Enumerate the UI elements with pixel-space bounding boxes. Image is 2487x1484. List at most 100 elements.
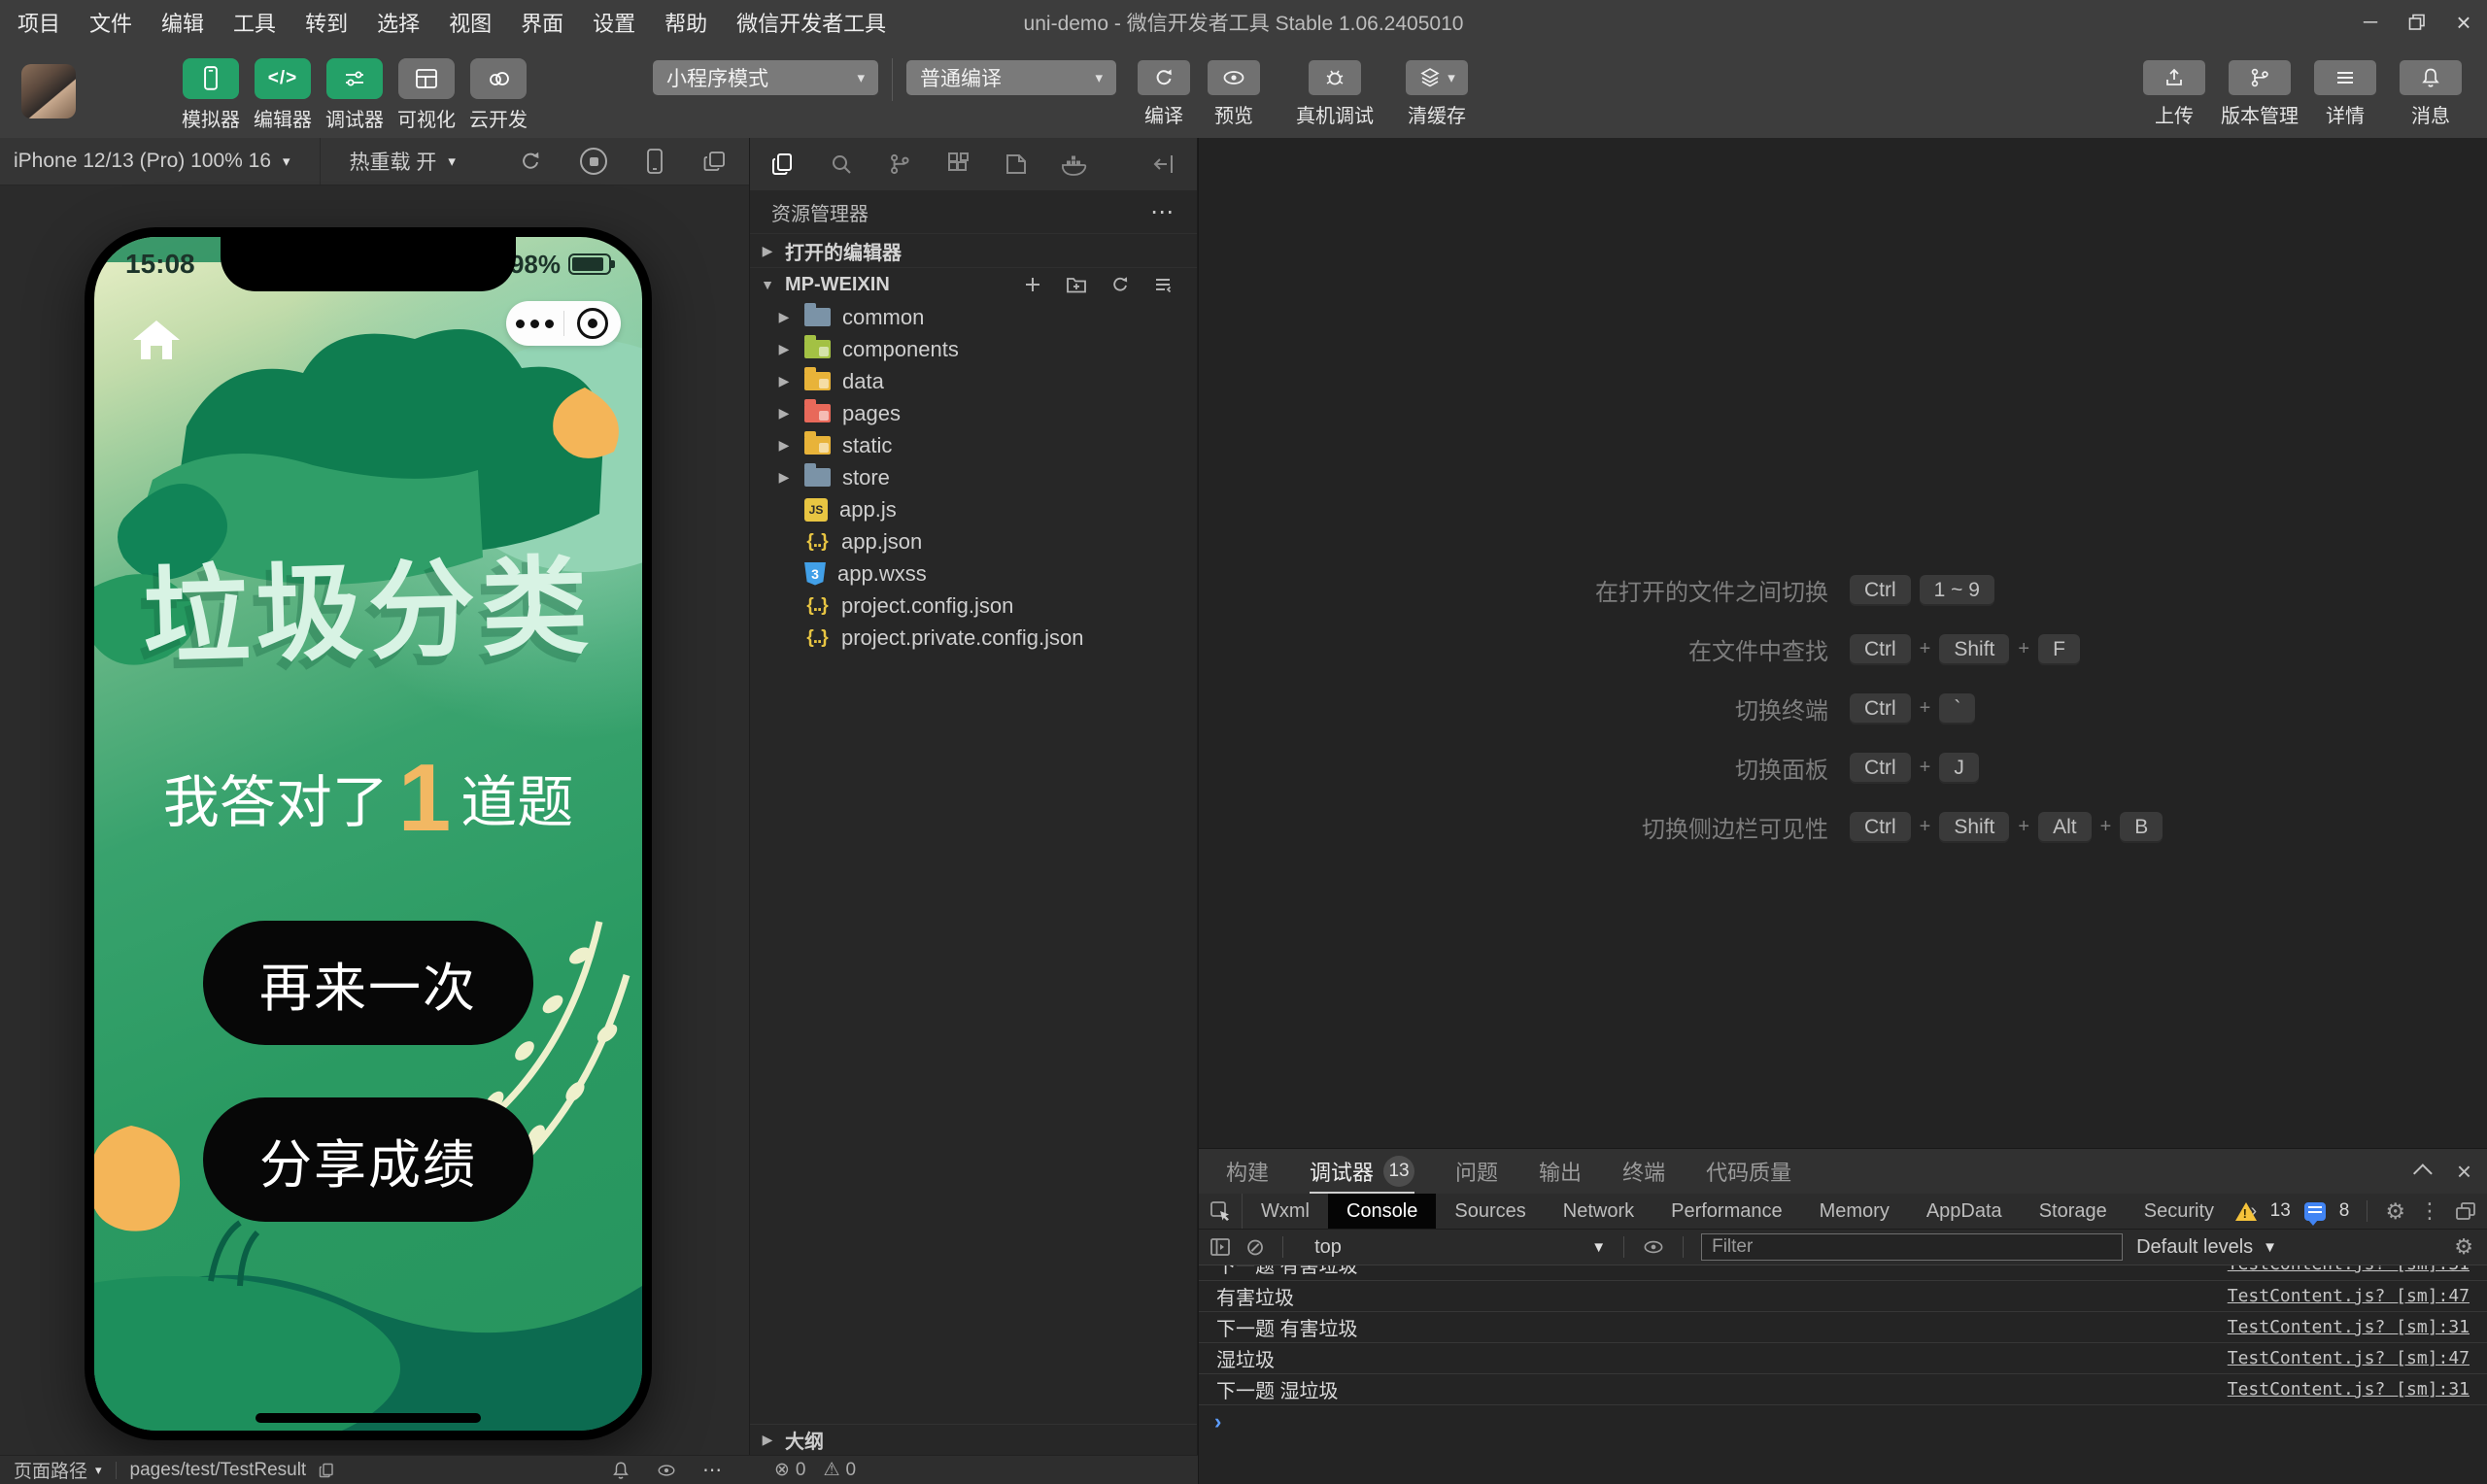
npm-icon[interactable] bbox=[1002, 150, 1030, 179]
upload-button[interactable]: 上传 bbox=[2135, 60, 2213, 128]
devtools-tab-performance[interactable]: Performance bbox=[1652, 1194, 1801, 1229]
tree-item-folder[interactable]: ▶ static bbox=[750, 429, 1197, 461]
eye-icon[interactable] bbox=[656, 1462, 677, 1479]
tree-item-file[interactable]: app.js bbox=[750, 493, 1197, 525]
source-link[interactable]: TestContent.js? [sm]:31 bbox=[2228, 1379, 2470, 1400]
close-icon[interactable]: × bbox=[2440, 0, 2487, 45]
compile-mode-select[interactable]: 普通编译▾ bbox=[906, 60, 1116, 95]
new-folder-icon[interactable] bbox=[1065, 274, 1088, 295]
rotate-icon[interactable] bbox=[518, 149, 543, 174]
devtools-tab-security[interactable]: Security bbox=[2126, 1194, 2232, 1229]
more-actions-icon[interactable]: ⋯ bbox=[1150, 198, 1175, 226]
menu-wechat-devtools[interactable]: 微信开发者工具 bbox=[736, 7, 886, 38]
outline-section[interactable]: ▶ 大纲 bbox=[750, 1424, 1197, 1455]
devtools-tab-wxml[interactable]: Wxml bbox=[1243, 1194, 1328, 1229]
expand-panel-icon[interactable] bbox=[2413, 1164, 2433, 1183]
source-link[interactable]: TestContent.js? [sm]:47 bbox=[2228, 1348, 2470, 1368]
tree-item-folder[interactable]: ▶ data bbox=[750, 365, 1197, 397]
devtools-tab-appdata[interactable]: AppData bbox=[1908, 1194, 2021, 1229]
problems-summary[interactable]: ⊗ 0 ⚠ 0 bbox=[749, 1459, 856, 1481]
notification-icon[interactable] bbox=[611, 1460, 630, 1481]
files-icon[interactable] bbox=[769, 150, 798, 179]
restore-icon[interactable] bbox=[2394, 0, 2440, 45]
tab-code-quality[interactable]: 代码质量 bbox=[1706, 1149, 1791, 1194]
exit-icon[interactable] bbox=[564, 308, 622, 339]
mode-select[interactable]: 小程序模式▾ bbox=[653, 60, 878, 95]
devtools-settings-icon[interactable]: ⚙ bbox=[2385, 1198, 2405, 1225]
device-frame-icon[interactable] bbox=[644, 148, 665, 175]
copy-icon[interactable] bbox=[318, 1462, 335, 1479]
menu-goto[interactable]: 转到 bbox=[305, 7, 348, 38]
more-icon[interactable]: ⋯ bbox=[702, 1458, 724, 1482]
device-select[interactable]: iPhone 12/13 (Pro) 100% 16 ▾ bbox=[0, 138, 304, 185]
tree-item-file[interactable]: project.private.config.json bbox=[750, 622, 1197, 654]
page-path-select[interactable]: 页面路径 ▾ bbox=[0, 1456, 116, 1484]
devtools-menu-icon[interactable]: ⋮ bbox=[2419, 1198, 2440, 1224]
devtools-tab-network[interactable]: Network bbox=[1545, 1194, 1652, 1229]
source-link[interactable]: TestContent.js? [sm]:31 bbox=[2228, 1317, 2470, 1337]
menu-view[interactable]: 视图 bbox=[449, 7, 492, 38]
open-editors-section[interactable]: ▶ 打开的编辑器 bbox=[750, 233, 1197, 267]
messages-button[interactable]: 消息 bbox=[2392, 60, 2470, 128]
multi-window-icon[interactable] bbox=[702, 149, 728, 174]
tree-item-file[interactable]: app.json bbox=[750, 525, 1197, 557]
warning-icon[interactable]: ! bbox=[2235, 1202, 2257, 1221]
retry-button[interactable]: 再来一次 bbox=[203, 921, 533, 1045]
minimize-icon[interactable]: ─ bbox=[2347, 0, 2394, 45]
more-icon[interactable] bbox=[506, 320, 563, 328]
tab-debugger[interactable]: 调试器 13 bbox=[1310, 1149, 1414, 1194]
new-file-icon[interactable] bbox=[1022, 274, 1043, 295]
dock-side-icon[interactable] bbox=[2454, 1200, 2477, 1222]
version-control-button[interactable]: 版本管理 bbox=[2221, 60, 2299, 128]
simulator-toggle[interactable]: 模拟器 bbox=[175, 58, 247, 132]
preview-button[interactable]: 预览 bbox=[1202, 60, 1266, 128]
tree-item-folder[interactable]: ▶ components bbox=[750, 333, 1197, 365]
extensions-icon[interactable] bbox=[943, 150, 971, 179]
menu-tools[interactable]: 工具 bbox=[233, 7, 276, 38]
tree-item-folder[interactable]: ▶ pages bbox=[750, 397, 1197, 429]
avatar[interactable] bbox=[21, 64, 76, 118]
tab-problems[interactable]: 问题 bbox=[1455, 1149, 1498, 1194]
tree-item-folder[interactable]: ▶ store bbox=[750, 461, 1197, 493]
project-section[interactable]: ▼ MP-WEIXIN bbox=[750, 267, 1197, 301]
menu-project[interactable]: 项目 bbox=[17, 7, 60, 38]
inspect-element-icon[interactable] bbox=[1199, 1194, 1243, 1229]
devtools-tab-memory[interactable]: Memory bbox=[1801, 1194, 1908, 1229]
close-panel-icon[interactable]: × bbox=[2457, 1157, 2471, 1187]
message-icon[interactable] bbox=[2304, 1202, 2326, 1221]
menu-interface[interactable]: 界面 bbox=[521, 7, 563, 38]
collapse-sidebar-icon[interactable] bbox=[1149, 150, 1177, 179]
home-icon[interactable] bbox=[129, 315, 184, 365]
menu-settings[interactable]: 设置 bbox=[593, 7, 635, 38]
current-page-path[interactable]: pages/test/TestResult bbox=[117, 1456, 350, 1484]
docker-icon[interactable] bbox=[1060, 150, 1089, 179]
devtools-tab-console[interactable]: Console bbox=[1328, 1194, 1436, 1229]
source-link[interactable]: TestContent.js? [sm]:31 bbox=[2228, 1265, 2470, 1274]
source-control-icon[interactable] bbox=[886, 150, 914, 179]
hot-reload-toggle[interactable]: 热重载 开 ▾ bbox=[336, 138, 469, 185]
cloud-dev-toggle[interactable]: 云开发 bbox=[462, 58, 534, 132]
remote-debug-button[interactable]: 真机调试 bbox=[1283, 60, 1386, 128]
console-settings-icon[interactable]: ⚙ bbox=[2454, 1234, 2473, 1260]
tree-item-folder[interactable]: ▶ common bbox=[750, 301, 1197, 333]
record-icon[interactable] bbox=[580, 148, 607, 175]
menu-select[interactable]: 选择 bbox=[377, 7, 420, 38]
debugger-toggle[interactable]: 调试器 bbox=[319, 58, 391, 132]
tab-output[interactable]: 输出 bbox=[1539, 1149, 1582, 1194]
compile-button[interactable]: 编译 bbox=[1132, 60, 1196, 128]
search-icon[interactable] bbox=[828, 150, 856, 179]
source-link[interactable]: TestContent.js? [sm]:47 bbox=[2228, 1286, 2470, 1306]
refresh-icon[interactable] bbox=[1109, 274, 1131, 295]
menu-file[interactable]: 文件 bbox=[89, 7, 132, 38]
console-prompt[interactable]: › bbox=[1199, 1405, 2487, 1438]
menu-help[interactable]: 帮助 bbox=[664, 7, 707, 38]
details-button[interactable]: 详情 bbox=[2306, 60, 2384, 128]
clear-console-icon[interactable]: ⊘ bbox=[1245, 1233, 1265, 1262]
tab-build[interactable]: 构建 bbox=[1226, 1149, 1269, 1194]
tab-terminal[interactable]: 终端 bbox=[1622, 1149, 1665, 1194]
devtools-tab-storage[interactable]: Storage bbox=[2021, 1194, 2126, 1229]
menu-edit[interactable]: 编辑 bbox=[161, 7, 204, 38]
context-select[interactable]: top ▼ bbox=[1301, 1236, 1606, 1259]
devtools-tab-sources[interactable]: Sources bbox=[1436, 1194, 1544, 1229]
editor-toggle[interactable]: </> 编辑器 bbox=[247, 58, 319, 132]
